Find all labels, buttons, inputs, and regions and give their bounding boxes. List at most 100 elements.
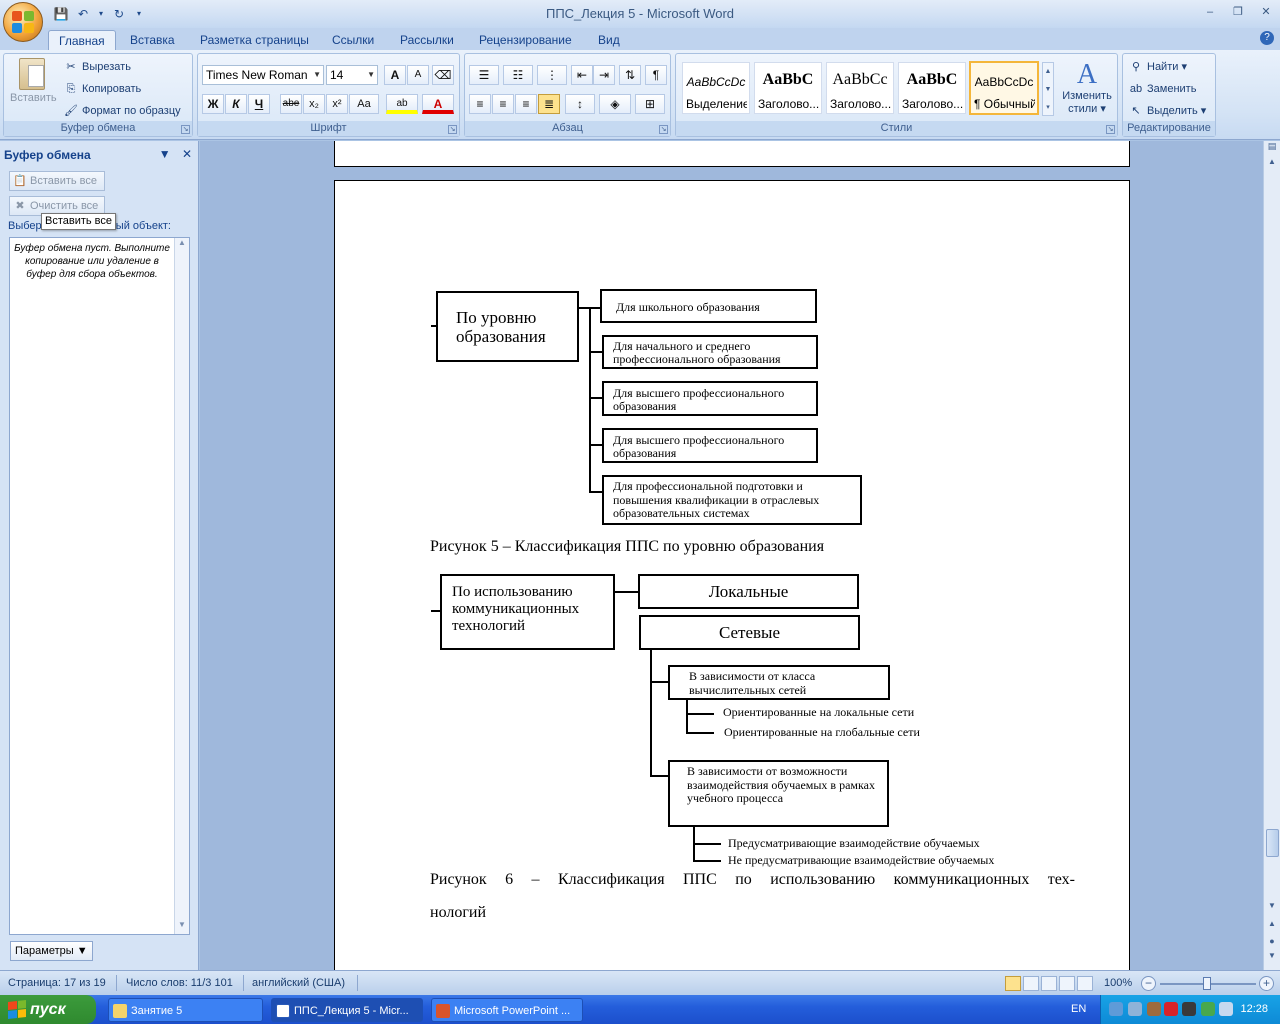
change-styles-button[interactable]: A Изменить стили ▾ [1058,60,1116,116]
clipboard-launcher-icon[interactable]: ↘ [181,125,190,134]
tray-volume-icon[interactable] [1219,1002,1233,1016]
cut-button[interactable]: ✂ Вырезать [64,60,131,74]
tab-home[interactable]: Главная [48,30,116,50]
input-language[interactable]: EN [1071,1003,1086,1015]
maximize-button[interactable]: ❐ [1230,4,1246,20]
font-name-combo[interactable]: Times New Roman ▼ [202,65,324,85]
align-left-button[interactable]: ≡ [469,94,491,114]
document-page[interactable]: По уровню образования Для школьного обра… [334,180,1130,970]
font-size-combo[interactable]: 14 ▼ [326,65,378,85]
copy-button[interactable]: ⎘ Копировать [64,82,142,96]
tab-references[interactable]: Ссылки [322,30,384,50]
tab-view[interactable]: Вид [588,30,630,50]
show-formatting-button[interactable]: ¶ [645,65,667,85]
zoom-slider-thumb[interactable] [1203,977,1211,990]
scroll-down-icon[interactable]: ▼ [175,920,189,934]
styles-launcher-icon[interactable]: ↘ [1106,125,1115,134]
pane-menu-icon[interactable]: ▼ [159,147,171,161]
increase-indent-button[interactable]: ⇥ [593,65,615,85]
format-painter-button[interactable]: 🖌 Формат по образцу [64,104,181,118]
scroll-up-icon[interactable]: ▲ [175,238,189,252]
tray-app-icon[interactable] [1128,1002,1142,1016]
line-spacing-button[interactable]: ↕ [565,94,595,114]
font-color-button[interactable]: A [422,94,454,114]
task-folder[interactable]: Занятие 5 [108,998,263,1022]
minimize-button[interactable]: ‒ [1202,4,1218,20]
clock[interactable]: 12:28 [1240,1003,1268,1015]
options-button[interactable]: Параметры ▼ [10,941,93,961]
full-screen-view-icon[interactable] [1023,976,1039,991]
grow-font-button[interactable]: A [384,65,406,85]
next-page-icon[interactable]: ▼ [1264,951,1280,960]
outline-view-icon[interactable] [1059,976,1075,991]
highlight-button[interactable]: ab [386,94,418,114]
scroll-thumb[interactable] [1266,829,1279,857]
underline-button[interactable]: Ч [248,94,270,114]
tab-page-layout[interactable]: Разметка страницы [190,30,319,50]
vertical-scrollbar[interactable]: ▤ ▲ ▼ ▲ ● ▼ [1263,141,1280,970]
page-indicator[interactable]: Страница: 17 из 19 [8,977,106,989]
tab-mailings[interactable]: Рассылки [390,30,464,50]
tray-network-icon[interactable] [1109,1002,1123,1016]
shading-button[interactable]: ◈ [599,94,631,114]
italic-button[interactable]: К [225,94,247,114]
clipboard-items-list[interactable]: Буфер обмена пуст. Выполните копирование… [9,237,190,935]
task-powerpoint[interactable]: Microsoft PowerPoint ... [431,998,583,1022]
align-right-button[interactable]: ≡ [515,94,537,114]
browse-object-icon[interactable]: ● [1264,936,1280,946]
tray-antivirus-icon[interactable] [1164,1002,1178,1016]
tray-app-icon[interactable] [1182,1002,1196,1016]
language-indicator[interactable]: английский (США) [252,977,345,989]
word-count[interactable]: Число слов: 11/3 101 [126,977,233,989]
clear-format-button[interactable]: ⌫ [432,65,454,85]
styles-scroll[interactable]: ▲ ▼ ▾ [1042,62,1054,116]
decrease-indent-button[interactable]: ⇤ [571,65,593,85]
bullets-button[interactable]: ☰ [469,65,499,85]
select-button[interactable]: ↖ Выделить ▾ [1129,104,1206,118]
sort-button[interactable]: ⇅ [619,65,641,85]
draft-view-icon[interactable] [1077,976,1093,991]
scroll-down-icon[interactable]: ▼ [1264,901,1280,910]
style-emphasis[interactable]: AaBbCcDc Выделение [682,62,750,114]
justify-button[interactable]: ≣ [538,94,560,114]
tray-app-icon[interactable] [1147,1002,1161,1016]
paragraph-launcher-icon[interactable]: ↘ [659,125,668,134]
borders-button[interactable]: ⊞ [635,94,665,114]
prev-page-icon[interactable]: ▲ [1264,919,1280,928]
zoom-level[interactable]: 100% [1104,977,1132,989]
style-normal[interactable]: AaBbCcDc ¶ Обычный [969,61,1039,115]
find-button[interactable]: ⚲ Найти ▾ [1129,60,1187,74]
numbering-button[interactable]: ☷ [503,65,533,85]
style-heading-1[interactable]: AaBbC Заголово... [754,62,822,114]
office-button[interactable] [3,2,43,42]
zoom-out-icon[interactable]: − [1141,976,1156,991]
ruler-toggle-icon[interactable]: ▤ [1264,141,1280,157]
subscript-button[interactable]: x₂ [303,94,325,114]
multilevel-list-button[interactable]: ⋮ [537,65,567,85]
style-heading-3[interactable]: AaBbC Заголово... [898,62,966,114]
style-heading-2[interactable]: AaBbCc Заголово... [826,62,894,114]
paste-all-button[interactable]: 📋 Вставить все [9,171,105,191]
zoom-in-icon[interactable]: + [1259,976,1274,991]
start-button[interactable]: пуск [0,995,96,1024]
bold-button[interactable]: Ж [202,94,224,114]
tray-app-icon[interactable] [1201,1002,1215,1016]
tab-review[interactable]: Рецензирование [469,30,582,50]
strikethrough-button[interactable]: abe [280,94,302,114]
help-icon[interactable]: ? [1260,31,1274,45]
scroll-up-icon[interactable]: ▲ [1264,157,1280,171]
tab-insert[interactable]: Вставка [120,30,185,50]
task-word[interactable]: ППС_Лекция 5 - Micr... [271,998,423,1022]
document-area[interactable]: По уровню образования Для школьного обра… [200,141,1263,970]
superscript-button[interactable]: x² [326,94,348,114]
print-layout-view-icon[interactable] [1005,976,1021,991]
font-launcher-icon[interactable]: ↘ [448,125,457,134]
pane-scrollbar[interactable]: ▲ ▼ [174,238,189,934]
shrink-font-button[interactable]: A [407,65,429,85]
align-center-button[interactable]: ≡ [492,94,514,114]
pane-close-icon[interactable]: ✕ [182,147,192,161]
change-case-button[interactable]: Aa [349,94,379,114]
web-layout-view-icon[interactable] [1041,976,1057,991]
close-button[interactable]: ✕ [1258,4,1274,20]
replace-button[interactable]: ab Заменить [1129,82,1197,96]
